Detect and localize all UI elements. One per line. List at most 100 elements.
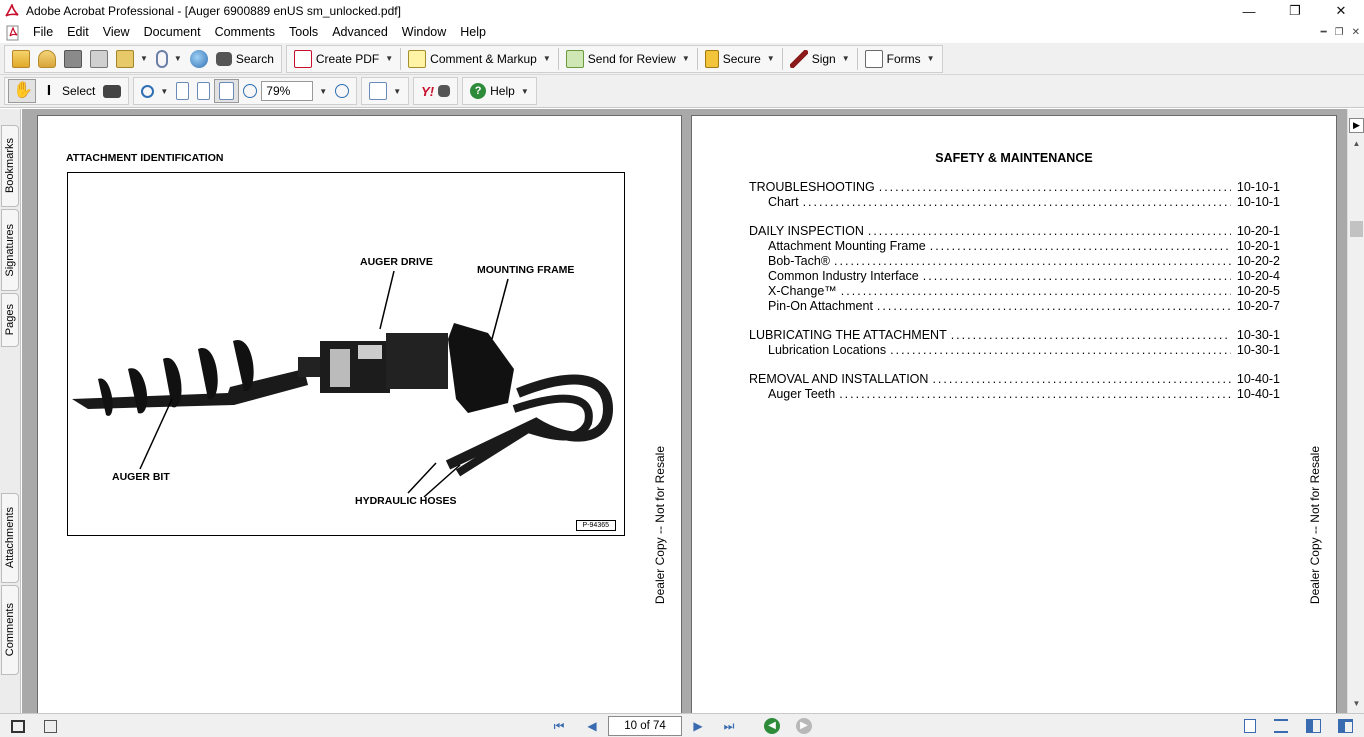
doc-restore-icon[interactable]: ❐ — [1335, 27, 1344, 38]
doc-close-icon[interactable]: ✕ — [1352, 27, 1360, 38]
single-page-layout-icon[interactable] — [1242, 718, 1258, 734]
toc-entry[interactable]: X-Change™...............................… — [749, 284, 1280, 299]
send-review-icon — [565, 49, 584, 68]
scroll-down-arrow-icon[interactable]: ▼ — [1348, 699, 1364, 708]
menu-tools[interactable]: Tools — [282, 22, 325, 43]
comment-markup-button[interactable]: Comment & Markup ▼ — [404, 47, 555, 71]
next-page-button[interactable]: ▶ — [690, 718, 706, 734]
document-viewer[interactable]: ATTACHMENT IDENTIFICATION AUGER DRIVE MO… — [22, 109, 1347, 713]
close-button[interactable]: ✕ — [1318, 0, 1364, 22]
binoculars-icon — [215, 51, 232, 66]
forms-label: Forms — [886, 51, 921, 66]
safety-maintenance-title: SAFETY & MAINTENANCE — [935, 151, 1093, 165]
toolbar-separator — [781, 47, 783, 70]
organizer-button[interactable] — [34, 47, 60, 71]
hand-tool-button[interactable]: ✋ — [8, 79, 36, 103]
menu-edit[interactable]: Edit — [60, 22, 96, 43]
zoom-tools-group: ▼ 79% ▼ — [133, 77, 358, 105]
tab-pages[interactable]: Pages — [1, 293, 19, 347]
snapshot-button[interactable] — [99, 79, 125, 103]
continuous-layout-icon[interactable] — [1273, 718, 1289, 734]
toc-entry[interactable]: TROUBLESHOOTING.........................… — [749, 180, 1280, 195]
actual-size-icon — [176, 82, 190, 100]
chevron-down-icon: ▼ — [520, 86, 529, 96]
scroll-up-arrow-icon[interactable]: ▲ — [1348, 139, 1364, 148]
toc-entry[interactable]: Lubrication Locations...................… — [749, 343, 1280, 358]
next-view-button[interactable]: ▶ — [795, 718, 813, 734]
menu-window[interactable]: Window — [395, 22, 453, 43]
tab-attachments[interactable]: Attachments — [1, 493, 19, 583]
tab-attachments-label: Attachments — [4, 507, 16, 569]
toolbar-separator — [856, 47, 858, 70]
rotate-view-button[interactable]: ▼ — [365, 79, 405, 103]
split-pane-button[interactable]: ▶ — [1349, 118, 1364, 133]
menu-file[interactable]: File — [26, 22, 60, 43]
tab-comments[interactable]: Comments — [1, 585, 19, 675]
toc-entry[interactable]: DAILY INSPECTION........................… — [749, 224, 1280, 239]
secure-button[interactable]: Secure ▼ — [701, 47, 779, 71]
tab-signatures[interactable]: Signatures — [1, 209, 19, 291]
send-for-review-button[interactable]: Send for Review ▼ — [562, 47, 694, 71]
menu-document[interactable]: Document — [137, 22, 208, 43]
toc-entry[interactable]: Bob-Tach®...............................… — [749, 254, 1280, 269]
print-button[interactable] — [86, 47, 112, 71]
pdf-document-icon[interactable] — [6, 25, 22, 41]
sign-button[interactable]: Sign ▼ — [786, 47, 854, 71]
zoom-input[interactable]: 79% — [261, 81, 314, 101]
yahoo-search-button[interactable]: Y! — [417, 79, 454, 103]
continuous-facing-layout-icon[interactable] — [1337, 718, 1353, 734]
window-title: Adobe Acrobat Professional - [Auger 6900… — [26, 4, 401, 18]
fit-width-button[interactable] — [214, 79, 240, 103]
toc-entry[interactable]: Attachment Mounting Frame...............… — [749, 239, 1280, 254]
vertical-scrollbar[interactable]: ▶ ▲ ▼ — [1347, 109, 1364, 713]
actual-size-button[interactable] — [172, 79, 193, 103]
lock-icon — [704, 49, 719, 68]
tab-bookmarks-label: Bookmarks — [4, 138, 16, 194]
menu-view[interactable]: View — [96, 22, 137, 43]
page-number-field[interactable]: 10 of 74 — [608, 716, 682, 736]
toc-entry[interactable]: LUBRICATING THE ATTACHMENT..............… — [749, 328, 1280, 343]
email-icon — [116, 49, 134, 68]
forms-button[interactable]: Forms ▼ — [861, 47, 939, 71]
zoom-in-tool-button[interactable]: ▼ — [137, 79, 172, 103]
previous-view-button[interactable]: ◀ — [763, 718, 781, 734]
maximize-button[interactable]: ❐ — [1272, 0, 1318, 22]
email-button[interactable]: ▼ — [112, 47, 152, 71]
navigation-panel: Bookmarks Signatures Pages Attachments C… — [0, 109, 21, 713]
toc-entry[interactable]: Auger Teeth.............................… — [749, 387, 1280, 402]
help-button[interactable]: ? Help ▼ — [466, 79, 533, 103]
create-pdf-button[interactable]: Create PDF ▼ — [290, 47, 397, 71]
attach-button[interactable]: ▼ — [152, 47, 186, 71]
document-properties-icon[interactable] — [42, 718, 58, 734]
open-button[interactable] — [8, 47, 34, 71]
secondary-toolbar: ✋ I Select ▼ 79% ▼ ▼ Y! ? Help ▼ — [0, 75, 1364, 108]
zoom-dropdown[interactable]: ▼ — [313, 79, 331, 103]
toc-entry[interactable]: Common Industry Interface...............… — [749, 269, 1280, 284]
facing-layout-icon[interactable] — [1305, 718, 1321, 734]
web-button[interactable] — [186, 47, 212, 71]
auger-bit-label: AUGER BIT — [112, 471, 170, 483]
main-toolbar: ▼ ▼ Search Create PDF ▼ Comment & Markup ▼… — [0, 43, 1364, 75]
search-button[interactable]: Search — [212, 47, 278, 71]
toc-entry[interactable]: Pin-On Attachment.......................… — [749, 299, 1280, 314]
save-button[interactable] — [60, 47, 86, 71]
minimize-button[interactable]: — — [1226, 0, 1272, 22]
scroll-thumb[interactable] — [1350, 221, 1363, 237]
tab-bookmarks[interactable]: Bookmarks — [1, 125, 19, 207]
previous-page-button[interactable]: ◀ — [584, 718, 600, 734]
last-page-button[interactable]: ⏭ — [720, 718, 738, 734]
zoom-out-button[interactable] — [239, 79, 261, 103]
first-page-button[interactable]: ⏮ — [550, 718, 568, 734]
menu-comments[interactable]: Comments — [208, 22, 282, 43]
toc-entry[interactable]: REMOVAL AND INSTALLATION................… — [749, 372, 1280, 387]
doc-minimize-icon[interactable]: ━ — [1321, 27, 1327, 38]
select-tool-button[interactable]: I Select — [36, 79, 99, 103]
menu-help[interactable]: Help — [453, 22, 493, 43]
layout-toggle-icon[interactable] — [10, 718, 26, 734]
tasks-toolbar-group: Create PDF ▼ Comment & Markup ▼ Send for R… — [285, 44, 943, 73]
fit-page-button[interactable] — [193, 79, 214, 103]
menu-advanced[interactable]: Advanced — [325, 22, 395, 43]
toc-entry[interactable]: Chart...................................… — [749, 195, 1280, 210]
zoom-in-button[interactable] — [331, 79, 353, 103]
comment-icon — [408, 49, 427, 68]
